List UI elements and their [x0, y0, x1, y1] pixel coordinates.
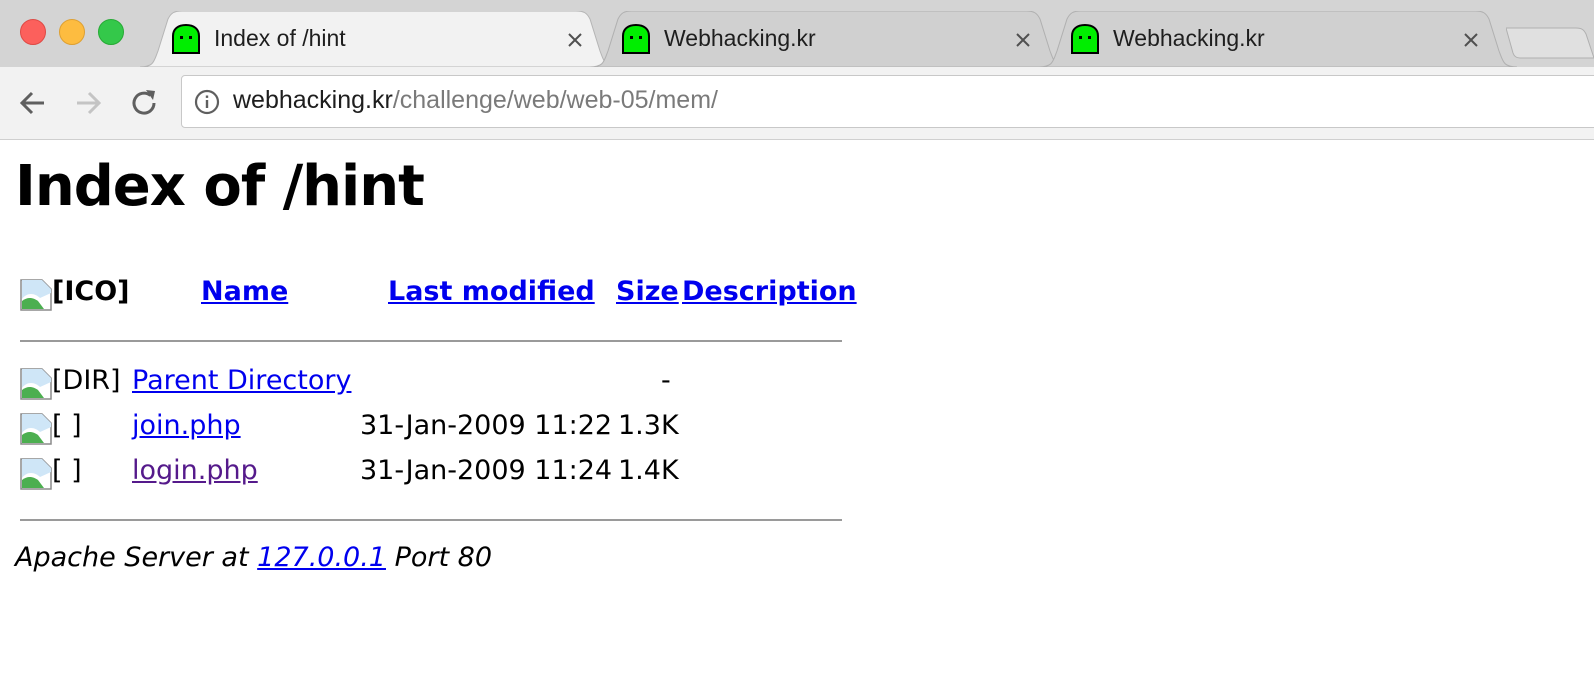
tab-strip: Index of /hint Webhacking.kr Webhacking.…: [0, 0, 1594, 67]
close-window-button[interactable]: [20, 19, 46, 45]
file-link-join-php[interactable]: join.php: [132, 410, 241, 441]
url-path: /challenge/web/web-05/mem/: [392, 86, 718, 114]
listing-row: [ ] login.php 31-Jan-2009 11:24 1.4K: [18, 449, 848, 494]
divider: [20, 519, 842, 521]
ghost-favicon-icon: [172, 24, 200, 54]
sort-by-last-modified-link[interactable]: Last modified: [388, 276, 595, 307]
size-cell: 1.3K: [618, 410, 679, 441]
back-arrow-icon[interactable]: [17, 87, 49, 119]
tab-title: Webhacking.kr: [664, 25, 816, 51]
address-bar[interactable]: webhacking.kr/challenge/web/web-05/mem/: [181, 75, 1594, 128]
tab-background: [590, 11, 1068, 67]
server-signature: Apache Server at 127.0.0.1 Port 80: [15, 542, 492, 573]
tab-background: [1039, 11, 1517, 67]
reload-icon[interactable]: [128, 87, 160, 119]
tab-background: [140, 11, 618, 67]
size-cell: -: [661, 365, 671, 396]
server-host-link[interactable]: 127.0.0.1: [257, 542, 386, 573]
page-content: Index of /hint [ICO] Name Last modified …: [0, 140, 1594, 690]
tab-title: Index of /hint: [214, 25, 346, 51]
server-signature-suffix: Port 80: [385, 542, 492, 573]
last-modified-cell: 31-Jan-2009 11:22: [360, 410, 613, 441]
tab-title: Webhacking.kr: [1113, 25, 1265, 51]
broken-image-icon: [20, 368, 52, 400]
close-tab-icon[interactable]: [1014, 31, 1032, 49]
zoom-window-button[interactable]: [98, 19, 124, 45]
tab-webhacking-1[interactable]: Webhacking.kr: [590, 11, 1068, 67]
browser-toolbar: webhacking.kr/challenge/web/web-05/mem/: [0, 67, 1594, 140]
broken-image-icon: [20, 413, 52, 445]
icon-alt-text: [ ]: [52, 455, 82, 486]
minimize-window-button[interactable]: [59, 19, 85, 45]
last-modified-cell: 31-Jan-2009 11:24: [360, 455, 613, 486]
url-host: webhacking.kr: [233, 86, 393, 114]
tab-index-of-hint[interactable]: Index of /hint: [140, 11, 618, 67]
listing-row: [ ] join.php 31-Jan-2009 11:22 1.3K: [18, 404, 848, 449]
broken-image-icon: [20, 279, 52, 311]
divider: [20, 340, 842, 342]
new-tab-button[interactable]: [1506, 26, 1594, 60]
icon-alt-text: [ ]: [52, 410, 82, 441]
listing-row: [DIR] Parent Directory -: [18, 359, 848, 404]
sort-by-size-link[interactable]: Size: [616, 276, 679, 307]
forward-arrow-icon[interactable]: [72, 87, 104, 119]
ghost-favicon-icon: [1071, 24, 1099, 54]
close-tab-icon[interactable]: [566, 31, 584, 49]
close-tab-icon[interactable]: [1462, 31, 1480, 49]
directory-listing: [ICO] Name Last modified Size Descriptio…: [18, 270, 857, 521]
icon-alt-text: [ICO]: [52, 276, 130, 307]
parent-directory-link[interactable]: Parent Directory: [132, 365, 351, 396]
page-title: Index of /hint: [15, 154, 425, 219]
broken-image-icon: [20, 458, 52, 490]
size-cell: 1.4K: [618, 455, 679, 486]
url-text[interactable]: webhacking.kr/challenge/web/web-05/mem/: [233, 86, 718, 115]
sort-by-name-link[interactable]: Name: [201, 276, 288, 307]
ghost-favicon-icon: [622, 24, 650, 54]
sort-by-description-link[interactable]: Description: [682, 276, 857, 307]
tab-webhacking-2[interactable]: Webhacking.kr: [1039, 11, 1517, 67]
listing-header-row: [ICO] Name Last modified Size Descriptio…: [18, 270, 857, 315]
info-icon[interactable]: [194, 89, 220, 115]
icon-alt-text: [DIR]: [52, 365, 121, 396]
server-signature-prefix: Apache Server at: [15, 542, 258, 573]
file-link-login-php[interactable]: login.php: [132, 455, 258, 486]
